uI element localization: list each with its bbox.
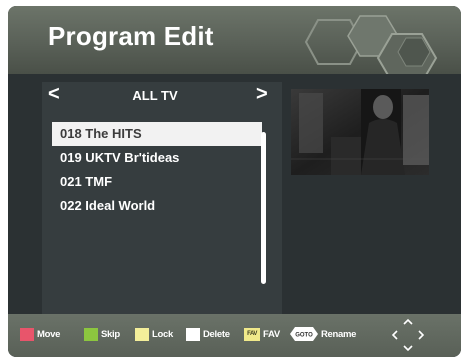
yellow-key-icon bbox=[135, 327, 149, 341]
video-preview bbox=[291, 89, 429, 175]
help-move-label: Move bbox=[37, 328, 61, 340]
navigation-arrows-icon bbox=[391, 318, 425, 352]
help-rename-label: Rename bbox=[321, 328, 357, 340]
channel-item[interactable]: 021 TMF bbox=[52, 170, 262, 194]
help-delete-label: Delete bbox=[203, 328, 230, 340]
help-delete: Delete bbox=[186, 326, 230, 342]
header-bar: Program Edit bbox=[8, 6, 461, 78]
list-scrollbar[interactable] bbox=[261, 132, 266, 284]
channel-item[interactable]: 019 UKTV Br'tideas bbox=[52, 146, 262, 170]
red-key-icon bbox=[20, 327, 34, 341]
channel-item[interactable]: 022 Ideal World bbox=[52, 194, 262, 218]
channel-list: 018 The HITS 019 UKTV Br'tideas 021 TMF … bbox=[52, 122, 262, 218]
help-bar: Move Skip Lock Delete FAV FAV GOTO Renam… bbox=[8, 314, 461, 357]
help-rename: GOTO Rename bbox=[290, 326, 356, 342]
channel-list-panel: < ALL TV > 018 The HITS 019 UKTV Br'tide… bbox=[42, 82, 282, 314]
group-title: ALL TV bbox=[132, 88, 178, 103]
next-group-arrow[interactable]: > bbox=[256, 84, 268, 104]
program-edit-screen: Program Edit < ALL TV > 018 The HITS 019… bbox=[8, 6, 461, 357]
goto-key-text: GOTO bbox=[295, 333, 313, 339]
help-fav-label: FAV bbox=[263, 328, 280, 340]
channel-item[interactable]: 018 The HITS bbox=[52, 122, 262, 146]
hexagon-decoration bbox=[304, 15, 438, 78]
white-key-icon bbox=[186, 327, 200, 341]
fav-key-icon: FAV bbox=[244, 327, 260, 341]
content-area: < ALL TV > 018 The HITS 019 UKTV Br'tide… bbox=[8, 74, 461, 314]
green-key-icon bbox=[84, 327, 98, 341]
help-skip: Skip bbox=[84, 326, 120, 342]
help-move: Move bbox=[20, 326, 60, 342]
help-lock-label: Lock bbox=[152, 328, 173, 340]
prev-group-arrow[interactable]: < bbox=[48, 84, 60, 104]
help-skip-label: Skip bbox=[101, 328, 120, 340]
help-fav: FAV FAV bbox=[244, 326, 280, 342]
goto-key-icon: GOTO bbox=[290, 327, 318, 341]
help-lock: Lock bbox=[135, 326, 173, 342]
page-title: Program Edit bbox=[48, 21, 214, 51]
